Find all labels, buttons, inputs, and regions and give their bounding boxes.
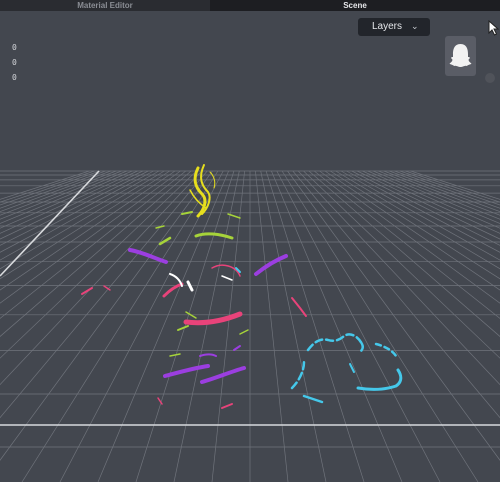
grid-line <box>0 170 144 240</box>
grid-line <box>0 170 192 337</box>
grid-line <box>0 170 176 291</box>
coordinate-y: 0 <box>12 58 17 67</box>
ghost-button[interactable] <box>445 36 476 76</box>
layers-dropdown[interactable]: Layers ⌄ <box>358 18 430 36</box>
grid-line <box>276 170 441 482</box>
grid-line <box>260 170 327 482</box>
grid-line <box>265 170 365 482</box>
grid-line <box>308 170 500 337</box>
grid-line <box>0 170 117 216</box>
grid-line <box>297 170 500 386</box>
grid-line <box>292 170 500 419</box>
grid-line <box>271 170 403 482</box>
ghost-icon <box>449 44 472 67</box>
coordinate-z: 0 <box>12 73 17 82</box>
grid-line <box>0 170 203 386</box>
layers-dropdown-label: Layers <box>372 21 403 32</box>
grid-line <box>255 170 289 482</box>
grid-line <box>0 170 128 224</box>
grid-line <box>281 170 479 482</box>
grid-line <box>356 170 500 240</box>
grid-line <box>0 170 208 419</box>
chevron-down-icon: ⌄ <box>411 21 419 31</box>
grid-line <box>97 170 229 482</box>
grid-line <box>372 170 500 224</box>
gear-icon[interactable] <box>485 73 495 83</box>
cursor-arrow-icon <box>488 20 500 36</box>
grid-line <box>0 170 181 304</box>
grid-line <box>383 170 500 216</box>
grid-line <box>173 170 240 482</box>
grid-line <box>394 170 500 209</box>
scene-viewport[interactable] <box>0 0 500 482</box>
grid-line <box>0 170 149 246</box>
coordinate-readout: 0 0 0 <box>12 40 17 85</box>
grid-line <box>0 170 106 209</box>
grid-line <box>319 170 500 304</box>
coordinate-x: 0 <box>12 43 17 52</box>
ground-grid <box>0 170 500 482</box>
grid-line <box>59 170 224 482</box>
grid-line <box>351 170 500 246</box>
grid-axis-z <box>0 170 100 277</box>
grid-line <box>324 170 500 291</box>
